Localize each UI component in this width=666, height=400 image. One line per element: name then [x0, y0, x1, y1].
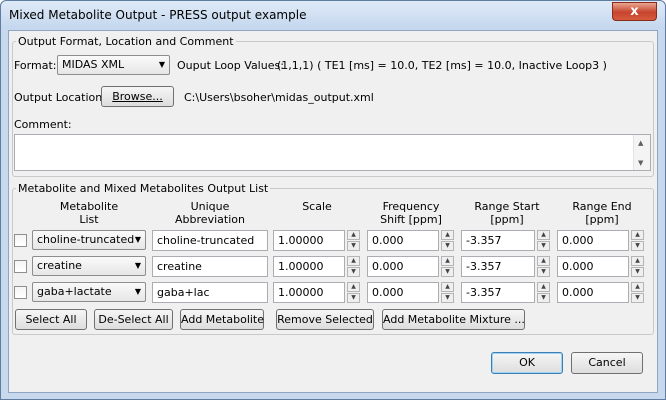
triangle-up-icon[interactable]: ▲ [347, 256, 360, 266]
format-dropdown[interactable]: MIDAS XML ▼ [57, 55, 170, 75]
triangle-down-icon[interactable]: ▼ [631, 267, 644, 277]
range-end-spinner[interactable]: ▲ ▼ [631, 256, 644, 277]
loop-values-label: Ouput Loop Values: [177, 59, 284, 72]
output-format-group-title: Output Format, Location and Comment [16, 35, 236, 48]
frequency-spinner[interactable]: ▲ ▼ [441, 256, 454, 277]
metabolite-dropdown[interactable]: choline-truncated ▼ [32, 230, 146, 250]
cancel-button[interactable]: Cancel [571, 352, 643, 374]
triangle-up-icon[interactable]: ▲ [631, 282, 644, 292]
scale-input[interactable]: 1.00000 [273, 282, 345, 303]
browse-button[interactable]: Browse... [101, 86, 174, 107]
range-end-spinner[interactable]: ▲ ▼ [631, 230, 644, 251]
triangle-up-icon[interactable]: ▲ [537, 282, 550, 292]
triangle-down-icon[interactable]: ▼ [631, 241, 644, 251]
comment-textarea[interactable]: ▲ ▼ [14, 134, 651, 171]
chevron-down-icon: ▼ [134, 261, 141, 270]
ok-button[interactable]: OK [491, 352, 563, 374]
close-button[interactable]: x [612, 2, 657, 21]
abbreviation-input[interactable]: creatine [152, 256, 268, 277]
metabolite-dropdown[interactable]: gaba+lactate ▼ [32, 282, 146, 302]
header-range-start: Range Start [ppm] [474, 200, 540, 226]
triangle-up-icon[interactable]: ▲ [537, 230, 550, 240]
range-start-spinner[interactable]: ▲ ▼ [537, 230, 550, 251]
output-location-path: C:\Users\bsoher\midas_output.xml [184, 91, 374, 104]
abbreviation-input[interactable]: gaba+lac [152, 282, 268, 303]
chevron-down-icon: ▼ [158, 60, 165, 69]
format-dropdown-value: MIDAS XML [62, 58, 125, 71]
loop-values-text: (1,1,1) ( TE1 [ms] = 10.0, TE2 [ms] = 10… [277, 59, 607, 72]
comment-scrollbar[interactable]: ▲ ▼ [633, 135, 650, 170]
abbreviation-input[interactable]: choline-truncated [152, 230, 268, 251]
range-end-input[interactable]: 0.000 [557, 256, 629, 277]
frequency-spinner[interactable]: ▲ ▼ [441, 230, 454, 251]
triangle-up-icon[interactable]: ▲ [441, 256, 454, 266]
range-start-spinner[interactable]: ▲ ▼ [537, 256, 550, 277]
window-title: Mixed Metabolite Output - PRESS output e… [9, 8, 307, 22]
triangle-up-icon[interactable]: ▲ [347, 230, 360, 240]
header-scale: Scale [302, 200, 332, 213]
triangle-down-icon[interactable]: ▼ [441, 267, 454, 277]
scale-spinner[interactable]: ▲ ▼ [347, 230, 360, 251]
scale-spinner[interactable]: ▲ ▼ [347, 256, 360, 277]
comment-label: Comment: [14, 118, 72, 131]
row-checkbox[interactable] [14, 260, 27, 273]
frequency-spinner[interactable]: ▲ ▼ [441, 282, 454, 303]
header-frequency-shift: Frequency Shift [ppm] [380, 200, 442, 226]
triangle-up-icon[interactable]: ▲ [537, 256, 550, 266]
range-end-input[interactable]: 0.000 [557, 282, 629, 303]
triangle-up-icon[interactable]: ▲ [441, 230, 454, 240]
add-metabolite-button[interactable]: Add Metabolite [180, 309, 264, 330]
chevron-down-icon: ▼ [134, 235, 141, 244]
scale-input[interactable]: 1.00000 [273, 230, 345, 251]
range-end-spinner[interactable]: ▲ ▼ [631, 282, 644, 303]
header-unique-abbreviation: Unique Abbreviation [175, 200, 245, 226]
range-start-input[interactable]: -3.357 [461, 230, 535, 251]
deselect-all-button[interactable]: De-Select All [94, 309, 173, 330]
select-all-button[interactable]: Select All [15, 309, 87, 330]
range-start-spinner[interactable]: ▲ ▼ [537, 282, 550, 303]
range-start-input[interactable]: -3.357 [461, 256, 535, 277]
remove-selected-button[interactable]: Remove Selected [276, 309, 374, 330]
add-metabolite-mixture-button[interactable]: Add Metabolite Mixture ... [382, 309, 525, 330]
scroll-up-icon[interactable]: ▲ [638, 139, 643, 147]
format-label: Format: [14, 59, 57, 72]
triangle-down-icon[interactable]: ▼ [441, 293, 454, 303]
triangle-down-icon[interactable]: ▼ [347, 293, 360, 303]
frequency-input[interactable]: 0.000 [367, 256, 439, 277]
triangle-up-icon[interactable]: ▲ [631, 256, 644, 266]
triangle-down-icon[interactable]: ▼ [347, 241, 360, 251]
chevron-down-icon: ▼ [134, 287, 141, 296]
scale-input[interactable]: 1.00000 [273, 256, 345, 277]
triangle-down-icon[interactable]: ▼ [631, 293, 644, 303]
header-metabolite-list: Metabolite List [59, 200, 119, 226]
triangle-up-icon[interactable]: ▲ [347, 282, 360, 292]
metabolite-group-title: Metabolite and Mixed Metabolites Output … [16, 182, 271, 195]
range-start-input[interactable]: -3.357 [461, 282, 535, 303]
triangle-down-icon[interactable]: ▼ [347, 267, 360, 277]
triangle-down-icon[interactable]: ▼ [537, 241, 550, 251]
title-bar[interactable]: Mixed Metabolite Output - PRESS output e… [1, 1, 665, 29]
metabolite-dropdown[interactable]: creatine ▼ [32, 256, 146, 276]
row-checkbox[interactable] [14, 286, 27, 299]
scroll-down-icon[interactable]: ▼ [638, 159, 643, 167]
dialog-window: Mixed Metabolite Output - PRESS output e… [0, 0, 666, 400]
header-range-end: Range End [ppm] [572, 200, 632, 226]
row-checkbox[interactable] [14, 234, 27, 247]
triangle-down-icon[interactable]: ▼ [537, 267, 550, 277]
scale-spinner[interactable]: ▲ ▼ [347, 282, 360, 303]
triangle-up-icon[interactable]: ▲ [631, 230, 644, 240]
triangle-down-icon[interactable]: ▼ [537, 293, 550, 303]
range-end-input[interactable]: 0.000 [557, 230, 629, 251]
triangle-down-icon[interactable]: ▼ [441, 241, 454, 251]
dialog-client-area: Output Format, Location and Comment Form… [8, 30, 658, 393]
triangle-up-icon[interactable]: ▲ [441, 282, 454, 292]
frequency-input[interactable]: 0.000 [367, 230, 439, 251]
frequency-input[interactable]: 0.000 [367, 282, 439, 303]
output-location-label: Output Location: [14, 91, 106, 104]
